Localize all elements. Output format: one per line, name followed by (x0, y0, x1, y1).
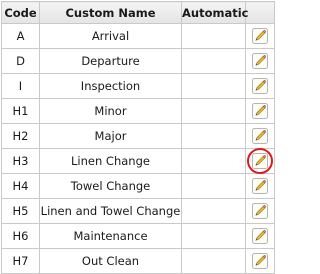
cell-edit (245, 123, 275, 149)
pencil-icon (251, 77, 269, 95)
pencil-icon (251, 27, 269, 45)
cell-automatic (181, 23, 246, 49)
edit-button[interactable] (251, 27, 269, 45)
cell-code: H5 (1, 198, 40, 224)
column-header-automatic[interactable]: Automatic (181, 1, 248, 24)
column-header-edit (245, 1, 275, 24)
cell-automatic (181, 198, 246, 224)
highlight-circle-annotation (247, 148, 273, 174)
pencil-icon (251, 227, 269, 245)
edit-button[interactable] (251, 227, 269, 245)
cell-custom-name: Linen Change (39, 148, 182, 174)
cell-code: A (1, 23, 40, 49)
task-codes-table: Code Custom Name Automatic A Arrival D Depa… (1, 1, 275, 274)
cell-custom-name: Minor (39, 98, 182, 124)
cell-automatic (181, 98, 246, 124)
edit-button[interactable] (251, 52, 269, 70)
cell-automatic (181, 148, 246, 174)
cell-custom-name: Major (39, 123, 182, 149)
pencil-icon (251, 202, 269, 220)
table-row: D Departure (1, 48, 275, 74)
table-row: I Inspection (1, 73, 275, 99)
cell-code: D (1, 48, 40, 74)
pencil-icon (251, 102, 269, 120)
cell-edit (245, 73, 275, 99)
table-row: A Arrival (1, 23, 275, 49)
cell-edit (245, 198, 275, 224)
cell-edit (245, 223, 275, 249)
cell-custom-name: Linen and Towel Change (39, 198, 182, 224)
table-row: H7 Out Clean (1, 248, 275, 274)
cell-edit (245, 148, 275, 174)
cell-edit (245, 98, 275, 124)
cell-automatic (181, 73, 246, 99)
cell-code: H7 (1, 248, 40, 274)
cell-custom-name: Out Clean (39, 248, 182, 274)
edit-button[interactable] (251, 202, 269, 220)
pencil-icon (251, 252, 269, 270)
column-header-code[interactable]: Code (1, 1, 40, 24)
cell-custom-name: Maintenance (39, 223, 182, 249)
pencil-icon (251, 177, 269, 195)
pencil-icon (251, 52, 269, 70)
cell-automatic (181, 173, 246, 199)
cell-custom-name: Inspection (39, 73, 182, 99)
cell-code: I (1, 73, 40, 99)
table-row: H6 Maintenance (1, 223, 275, 249)
cell-edit (245, 248, 275, 274)
table-row: H3 Linen Change (1, 148, 275, 174)
cell-automatic (181, 123, 246, 149)
cell-code: H3 (1, 148, 40, 174)
table-header-row: Code Custom Name Automatic (1, 1, 275, 24)
edit-button[interactable] (251, 77, 269, 95)
cell-custom-name: Arrival (39, 23, 182, 49)
cell-code: H2 (1, 123, 40, 149)
edit-button[interactable] (251, 252, 269, 270)
edit-button[interactable] (251, 127, 269, 145)
edit-button[interactable] (251, 102, 269, 120)
edit-button[interactable] (251, 177, 269, 195)
cell-custom-name: Departure (39, 48, 182, 74)
table-row: H1 Minor (1, 98, 275, 124)
table-row: H2 Major (1, 123, 275, 149)
table-row: H4 Towel Change (1, 173, 275, 199)
edit-button[interactable] (247, 148, 273, 174)
cell-automatic (181, 223, 246, 249)
cell-edit (245, 23, 275, 49)
cell-edit (245, 48, 275, 74)
column-header-custom-name[interactable]: Custom Name (39, 1, 182, 24)
cell-code: H6 (1, 223, 40, 249)
cell-custom-name: Towel Change (39, 173, 182, 199)
cell-automatic (181, 248, 246, 274)
table-row: H5 Linen and Towel Change (1, 198, 275, 224)
pencil-icon (251, 127, 269, 145)
cell-code: H1 (1, 98, 40, 124)
cell-code: H4 (1, 173, 40, 199)
cell-automatic (181, 48, 246, 74)
cell-edit (245, 173, 275, 199)
